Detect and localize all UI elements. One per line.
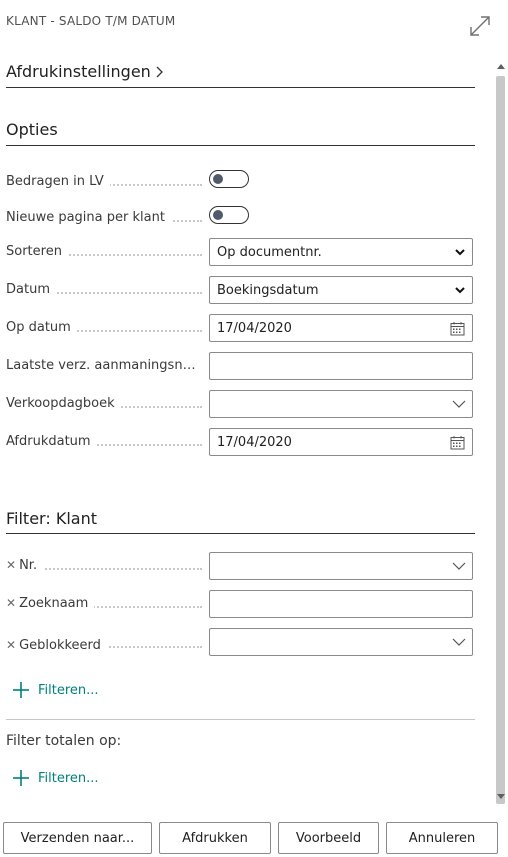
section-divider bbox=[6, 145, 475, 146]
dialog-title: KLANT - SALDO T/M DATUM bbox=[6, 14, 176, 28]
field-nieuwe-pagina-per-klant: Nieuwe pagina per klant bbox=[6, 204, 475, 234]
add-filter-link[interactable]: Filteren... bbox=[12, 681, 99, 699]
field-verkoopdagboek: Verkoopdagboek bbox=[6, 390, 475, 420]
nieuwe-pagina-toggle[interactable] bbox=[209, 206, 249, 224]
field-label: Op datum bbox=[6, 320, 77, 335]
laatste-verz-input[interactable] bbox=[209, 352, 473, 380]
filter-field-zoeknaam: ✕ Zoeknaam bbox=[6, 590, 475, 620]
field-label: Verkoopdagboek bbox=[6, 396, 121, 411]
nr-filter-lookup[interactable] bbox=[209, 552, 473, 580]
toggle-knob bbox=[213, 173, 223, 184]
send-to-button[interactable]: Verzenden naar... bbox=[3, 822, 152, 854]
print-settings-label: Afdrukinstellingen bbox=[6, 62, 151, 81]
filter-label: ✕ Zoeknaam bbox=[6, 596, 95, 611]
field-label: Bedragen in LV bbox=[6, 174, 110, 189]
field-datum: Datum Boekingsdatum bbox=[6, 276, 475, 306]
add-filter-label: Filteren... bbox=[38, 682, 99, 698]
field-bedragen-in-lv: Bedragen in LV bbox=[6, 168, 475, 198]
chevron-down-icon bbox=[452, 638, 466, 646]
remove-filter-icon[interactable]: ✕ bbox=[6, 638, 16, 652]
filter-label-text: Zoeknaam bbox=[19, 596, 89, 611]
print-settings-header[interactable]: Afdrukinstellingen bbox=[6, 62, 165, 81]
filter-label: ✕ Nr. bbox=[6, 558, 44, 573]
date-value: 17/04/2020 bbox=[217, 435, 292, 450]
scrollbar[interactable] bbox=[494, 62, 508, 807]
totals-filter-label: Filter totalen op: bbox=[6, 733, 122, 749]
zoeknaam-filter-input[interactable] bbox=[209, 590, 473, 618]
remove-filter-icon[interactable]: ✕ bbox=[6, 596, 16, 610]
field-label: Laatste verz. aanmaningsni... bbox=[6, 358, 202, 373]
date-value: 17/04/2020 bbox=[217, 321, 292, 336]
filter-field-geblokkeerd: ✕ Geblokkeerd bbox=[6, 628, 475, 658]
add-totals-filter-label: Filteren... bbox=[38, 770, 99, 786]
calendar-icon[interactable] bbox=[450, 435, 465, 450]
expand-icon[interactable] bbox=[467, 13, 493, 39]
chevron-right-icon bbox=[156, 66, 163, 77]
field-label: Afdrukdatum bbox=[6, 434, 97, 449]
bedragen-in-lv-toggle[interactable] bbox=[209, 170, 249, 188]
plus-icon bbox=[13, 682, 29, 698]
field-label: Sorteren bbox=[6, 244, 68, 259]
chevron-down-icon bbox=[455, 287, 465, 294]
chevron-down-icon bbox=[452, 562, 466, 570]
section-divider bbox=[6, 87, 475, 88]
field-afdrukdatum: Afdrukdatum 17/04/2020 bbox=[6, 428, 475, 458]
plus-icon bbox=[13, 770, 29, 786]
select-value: Boekingsdatum bbox=[217, 283, 319, 298]
print-button[interactable]: Afdrukken bbox=[159, 822, 271, 854]
scroll-up-icon[interactable] bbox=[497, 64, 505, 69]
field-op-datum: Op datum 17/04/2020 bbox=[6, 314, 475, 344]
field-laatste-verz-aanmaningsniveau: Laatste verz. aanmaningsni... bbox=[6, 352, 475, 382]
scroll-down-icon[interactable] bbox=[497, 794, 505, 799]
verkoopdagboek-lookup[interactable] bbox=[209, 390, 473, 418]
op-datum-input[interactable]: 17/04/2020 bbox=[209, 314, 473, 342]
filter-label-text: Nr. bbox=[19, 558, 38, 573]
scroll-thumb[interactable] bbox=[496, 76, 505, 804]
chevron-down-icon bbox=[455, 249, 465, 256]
filter-label-text: Geblokkeerd bbox=[19, 638, 101, 653]
datum-select[interactable]: Boekingsdatum bbox=[209, 276, 473, 304]
filter-title: Filter: Klant bbox=[6, 509, 97, 528]
filter-field-nr: ✕ Nr. bbox=[6, 552, 475, 582]
select-value: Op documentnr. bbox=[217, 245, 322, 260]
add-totals-filter-link[interactable]: Filteren... bbox=[12, 769, 99, 787]
sorteren-select[interactable]: Op documentnr. bbox=[209, 238, 473, 266]
options-title: Opties bbox=[6, 120, 58, 139]
cancel-button[interactable]: Annuleren bbox=[386, 822, 498, 854]
afdrukdatum-input[interactable]: 17/04/2020 bbox=[209, 428, 473, 456]
toggle-knob bbox=[213, 209, 223, 220]
remove-filter-icon[interactable]: ✕ bbox=[6, 558, 16, 572]
calendar-icon[interactable] bbox=[450, 321, 465, 336]
chevron-down-icon bbox=[452, 400, 466, 408]
filter-label: ✕ Geblokkeerd bbox=[6, 638, 107, 653]
divider bbox=[6, 719, 475, 720]
field-label: Nieuwe pagina per klant bbox=[6, 210, 171, 225]
section-divider bbox=[6, 533, 475, 534]
geblokkeerd-filter-lookup[interactable] bbox=[209, 628, 473, 656]
preview-button[interactable]: Voorbeeld bbox=[278, 822, 379, 854]
field-label: Datum bbox=[6, 282, 56, 297]
field-sorteren: Sorteren Op documentnr. bbox=[6, 238, 475, 268]
